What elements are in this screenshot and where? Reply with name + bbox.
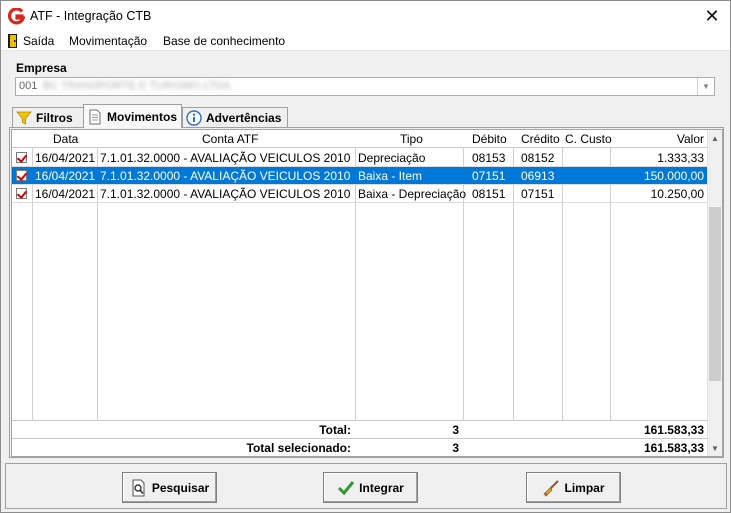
exit-door-icon [8, 34, 17, 48]
menu-item-movimentacao[interactable]: Movimentação [69, 34, 147, 48]
row-checkbox[interactable] [16, 170, 27, 181]
info-icon [186, 110, 202, 126]
tab-advertencias[interactable]: Advertências [182, 107, 288, 128]
empresa-code: 001 [19, 80, 38, 92]
movimentos-grid[interactable]: Data Conta ATF Tipo Débito Crédito C. Cu… [11, 129, 723, 457]
integrar-button[interactable]: Integrar [323, 472, 418, 503]
tab-movimentos[interactable]: Movimentos [83, 104, 182, 128]
header-conta-atf[interactable]: Conta ATF [202, 132, 258, 146]
limpar-button[interactable]: Limpar [526, 472, 621, 503]
empresa-name: BC TRANSPORTE E TURISMO LTDA [43, 80, 231, 92]
broom-icon [543, 479, 560, 497]
table-row-selected[interactable]: 16/04/2021 7.1.01.32.0000 - AVALIAÇÃO VE… [12, 167, 708, 185]
scroll-thumb[interactable] [709, 207, 721, 381]
pesquisar-button[interactable]: Pesquisar [122, 472, 217, 503]
total-row: Total: 3 161.583,33 [12, 420, 708, 438]
scroll-up-icon[interactable]: ▲ [711, 134, 719, 143]
window-title: ATF - Integração CTB [30, 9, 152, 23]
menu-item-saida[interactable]: Saída [23, 34, 54, 48]
title-bar[interactable]: ATF - Integração CTB ✕ [1, 1, 730, 31]
checkmark-icon [338, 480, 355, 495]
table-row[interactable]: 16/04/2021 7.1.01.32.0000 - AVALIAÇÃO VE… [12, 149, 708, 167]
grid-header: Data Conta ATF Tipo Débito Crédito C. Cu… [12, 130, 708, 148]
app-logo-icon [8, 8, 25, 25]
header-debito[interactable]: Débito [472, 132, 507, 146]
magnifier-document-icon [132, 479, 145, 496]
menu-item-base-conhecimento[interactable]: Base de conhecimento [163, 34, 285, 48]
total-selecionado-row: Total selecionado: 3 161.583,33 [12, 438, 708, 456]
funnel-icon [16, 111, 32, 125]
header-data[interactable]: Data [53, 132, 78, 146]
empresa-select[interactable]: 001 BC TRANSPORTE E TURISMO LTDA ▼ [15, 77, 715, 96]
header-credito[interactable]: Crédito [521, 132, 560, 146]
document-icon [89, 109, 101, 124]
table-row[interactable]: 16/04/2021 7.1.01.32.0000 - AVALIAÇÃO VE… [12, 185, 708, 203]
header-c-custo[interactable]: C. Custo [565, 132, 612, 146]
header-tipo[interactable]: Tipo [400, 132, 423, 146]
empresa-label: Empresa [16, 61, 67, 75]
close-icon: ✕ [704, 5, 720, 26]
header-valor[interactable]: Valor [677, 132, 704, 146]
menu-bar: Saída Movimentação Base de conhecimento [1, 31, 730, 51]
vertical-scrollbar[interactable]: ▲ ▼ [707, 130, 722, 456]
main-window: ATF - Integração CTB ✕ Saída Movimentaçã… [0, 0, 731, 513]
chevron-down-icon[interactable]: ▼ [697, 78, 714, 95]
row-checkbox[interactable] [16, 152, 27, 163]
row-checkbox[interactable] [16, 188, 27, 199]
tab-filtros[interactable]: Filtros [12, 107, 84, 128]
scroll-down-icon[interactable]: ▼ [711, 444, 719, 453]
close-button[interactable]: ✕ [698, 3, 726, 29]
